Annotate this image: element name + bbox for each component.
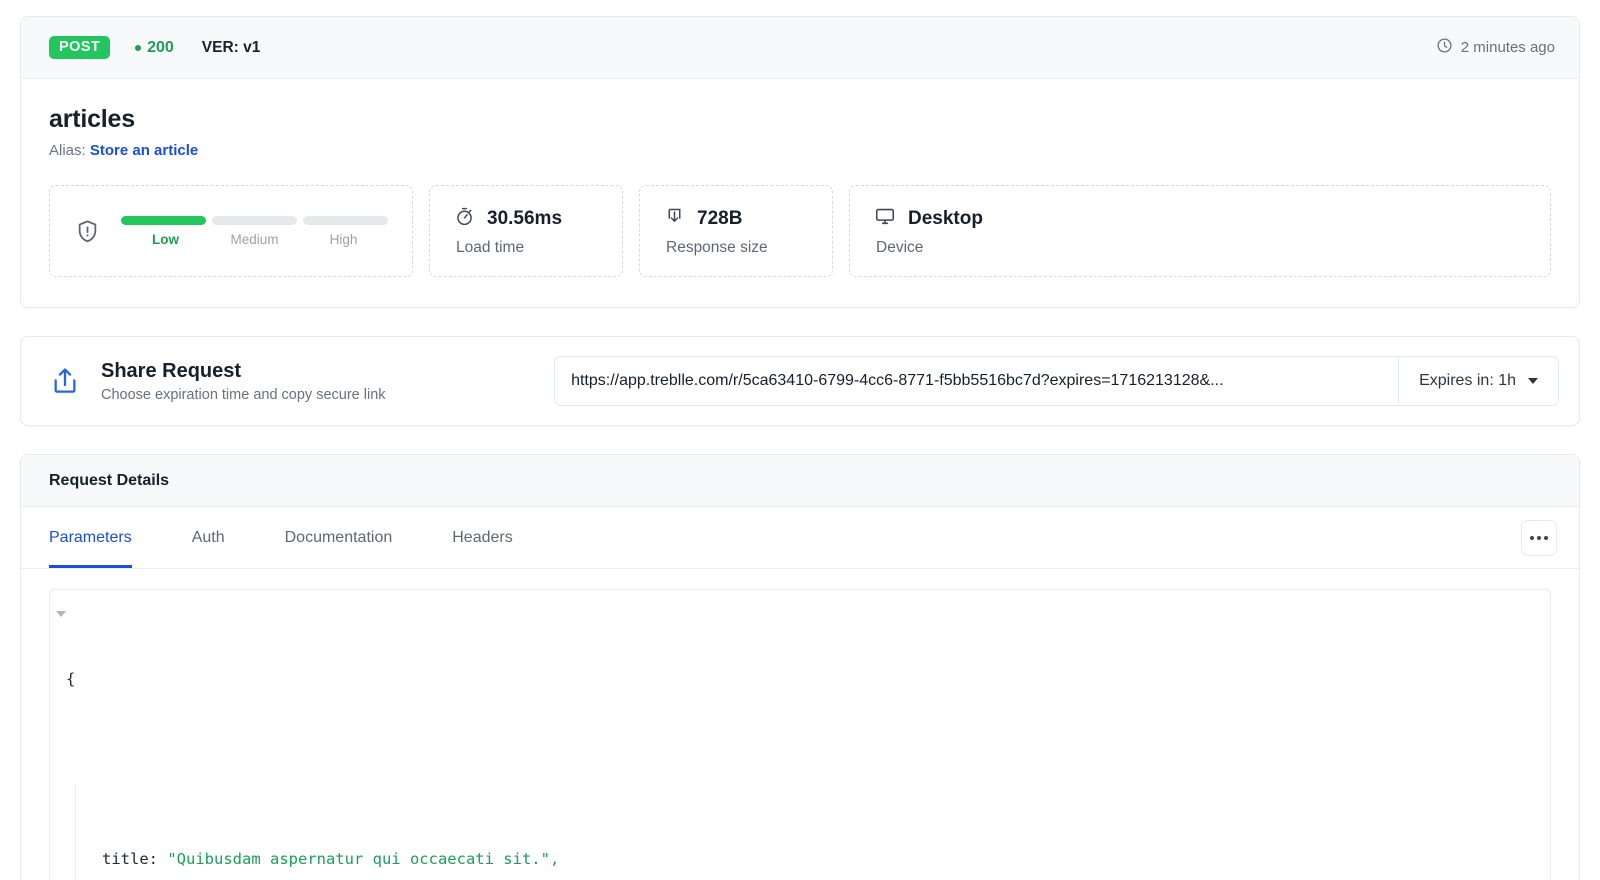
- response-size-content: 728B Response size: [664, 206, 768, 257]
- request-details-title: Request Details: [49, 471, 170, 489]
- alias-row: Alias: Store an article: [49, 142, 1551, 159]
- request-summary-card: POST 200 VER: v1 2 minutes ago articles …: [20, 16, 1580, 308]
- api-version-value: v1: [243, 38, 261, 56]
- device-metric-card: Desktop Device: [849, 185, 1551, 277]
- share-title: Share Request: [101, 359, 242, 382]
- payload-line-title: title: "Quibusdam aspernatur qui occaeca…: [102, 844, 1534, 874]
- load-time-head: 30.56ms: [454, 206, 562, 233]
- collapse-toggle-icon[interactable]: [56, 611, 66, 617]
- chevron-down-icon: [1528, 378, 1538, 384]
- response-size-value: 728B: [697, 208, 743, 229]
- tab-documentation[interactable]: Documentation: [285, 509, 393, 568]
- page-title: articles: [49, 105, 135, 133]
- load-time-metric-card: 30.56ms Load time: [429, 185, 623, 277]
- expires-dropdown-button[interactable]: Expires in: 1h: [1398, 357, 1558, 405]
- payload-value-title: "Quibusdam aspernatur qui occaecati sit.…: [167, 850, 560, 868]
- timestamp-text: 2 minutes ago: [1460, 39, 1555, 56]
- metrics-row: Low Medium High 30.56ms Load time 728B R…: [49, 185, 1551, 277]
- share-subtitle: Choose expiration time and copy secure l…: [101, 386, 386, 403]
- device-label: Device: [876, 239, 924, 256]
- payload-lines: title: "Quibusdam aspernatur qui occaeca…: [75, 784, 1534, 880]
- share-text-block: Share Request Choose expiration time and…: [101, 360, 386, 403]
- share-url-input[interactable]: [555, 357, 1399, 405]
- load-time-content: 30.56ms Load time: [454, 206, 562, 257]
- tab-parameters[interactable]: Parameters: [49, 509, 132, 568]
- monitor-icon: [874, 205, 896, 233]
- payload-key-title: title:: [102, 850, 158, 868]
- response-size-metric-card: 728B Response size: [639, 185, 833, 277]
- api-version-label: VER:: [201, 38, 239, 56]
- ellipsis-icon[interactable]: [1521, 519, 1557, 556]
- request-detail-page: POST 200 VER: v1 2 minutes ago articles …: [0, 0, 1600, 880]
- performance-gauge: Low Medium High: [121, 215, 388, 247]
- download-icon: [664, 206, 685, 233]
- status-dot-icon: [135, 44, 142, 51]
- alias-label: Alias:: [49, 142, 86, 159]
- expires-label: Expires in: 1h: [1419, 372, 1516, 389]
- response-size-head: 728B: [664, 206, 768, 233]
- stopwatch-icon: [454, 206, 475, 233]
- performance-label-high: High: [329, 231, 358, 247]
- clock-icon: [1436, 37, 1453, 58]
- performance-metric-card: Low Medium High: [49, 185, 413, 277]
- tab-auth[interactable]: Auth: [192, 509, 225, 568]
- response-size-label: Response size: [666, 238, 768, 256]
- performance-bar-low: [121, 215, 206, 225]
- load-time-value: 30.56ms: [487, 208, 563, 229]
- request-summary-body: articles Alias: Store an article Low Med…: [21, 79, 1579, 307]
- shield-alert-icon: [74, 218, 101, 245]
- load-time-label: Load time: [456, 238, 525, 256]
- share-request-card: Share Request Choose expiration time and…: [20, 336, 1580, 426]
- performance-bar-medium: [212, 215, 297, 225]
- performance-bar-high: [303, 215, 388, 225]
- device-head: Desktop: [874, 205, 983, 233]
- performance-labels: Low Medium High: [121, 232, 388, 247]
- http-method-badge: POST: [49, 35, 111, 60]
- payload-code-block: { title: "Quibusdam aspernatur qui occae…: [49, 589, 1551, 880]
- alias-link[interactable]: Store an article: [90, 142, 198, 159]
- device-content: Desktop Device: [874, 205, 983, 257]
- payload-open-brace: {: [66, 670, 76, 688]
- performance-label-medium: Medium: [230, 231, 279, 247]
- tab-headers[interactable]: Headers: [452, 509, 512, 568]
- request-timestamp: 2 minutes ago: [1436, 37, 1555, 58]
- payload-code: { title: "Quibusdam aspernatur qui occae…: [66, 604, 1534, 880]
- payload-viewer: { title: "Quibusdam aspernatur qui occae…: [21, 569, 1579, 880]
- request-details-tabs: Parameters Auth Documentation Headers: [21, 507, 1579, 569]
- request-summary-header: POST 200 VER: v1 2 minutes ago: [21, 17, 1579, 79]
- status-code-value: 200: [147, 38, 174, 56]
- request-details-header: Request Details: [21, 455, 1579, 507]
- request-details-card: Request Details Parameters Auth Document…: [20, 454, 1580, 880]
- performance-label-low: Low: [152, 231, 179, 247]
- api-version: VER: v1: [202, 39, 261, 57]
- share-upload-icon: [49, 365, 81, 397]
- share-link-group: Expires in: 1h: [554, 356, 1559, 406]
- device-value: Desktop: [908, 208, 983, 229]
- status-code: 200: [135, 39, 174, 57]
- performance-bars: [121, 215, 388, 225]
